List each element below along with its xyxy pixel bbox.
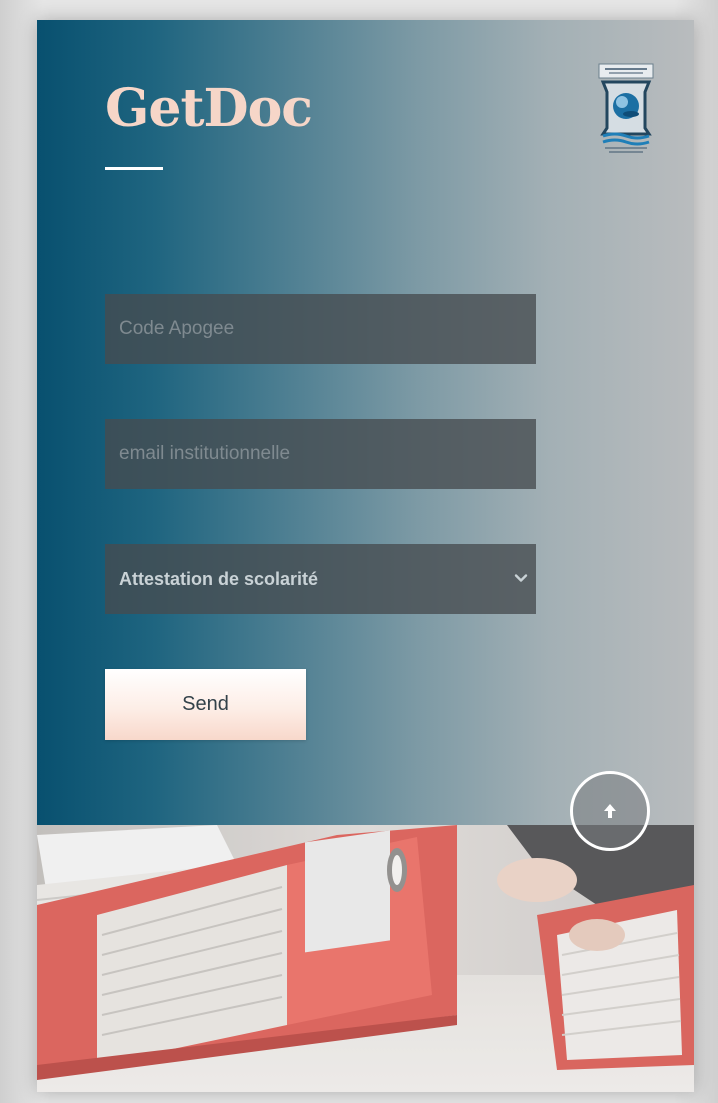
arrow-up-icon [604,804,616,818]
university-logo-icon [598,63,654,153]
email-field[interactable] [105,419,536,489]
chevron-down-icon [514,574,528,582]
brand-title: GetDoc [105,78,313,139]
scroll-to-top-button[interactable] [570,771,650,851]
email-input[interactable] [105,419,536,489]
send-button[interactable]: Send [105,669,306,740]
documents-photo [37,825,694,1092]
binders-image [37,825,694,1092]
code-apogee-input[interactable] [105,294,536,364]
hero-section: GetDoc Attestation de scolarité [37,20,694,825]
document-type-selected: Attestation de scolarité [119,568,319,589]
document-type-select[interactable]: Attestation de scolarité [105,544,536,614]
app-window: GetDoc Attestation de scolarité [37,20,694,1092]
title-underline [105,167,163,170]
code-apogee-field[interactable] [105,294,536,364]
